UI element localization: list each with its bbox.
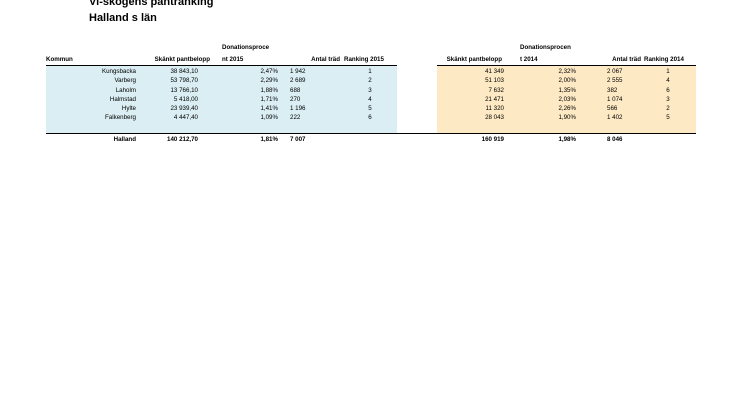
cell-donation-2015: 1,88% — [260, 86, 278, 94]
header-ranking-2015: Ranking 2015 — [344, 56, 384, 63]
cell-ranking-2015: 4 — [368, 95, 372, 103]
total-donation-2014: 1,98% — [558, 136, 576, 143]
cell-skankt-2015: 4 447,40 — [173, 114, 198, 122]
header-trad-2015: Antal träd — [311, 56, 340, 63]
cell-trad-2015: 1 942 — [290, 68, 306, 75]
cell-kommun: Laholm — [115, 86, 136, 94]
table-row: Laholm 13 766,10 1,88% 688 3 7 632 1,35%… — [46, 86, 696, 95]
cell-trad-2015: 1 196 — [290, 105, 306, 113]
cell-donation-2015: 2,47% — [260, 68, 278, 75]
cell-donation-2014: 2,26% — [558, 105, 576, 113]
cell-trad-2015: 688 — [290, 86, 301, 94]
cell-ranking-2014: 2 — [666, 105, 670, 113]
table-row: Hylte 23 939,40 1,41% 1 196 5 11 320 2,2… — [46, 104, 696, 113]
cell-skankt-2014: 11 320 — [485, 105, 504, 113]
cell-trad-2014: 2 555 — [607, 77, 623, 85]
total-row: Halland 140 212,70 1,81% 7 007 160 919 1… — [46, 135, 696, 144]
cell-kommun: Halmstad — [109, 95, 136, 103]
cell-trad-2014: 566 — [607, 105, 618, 113]
cell-donation-2015: 1,09% — [260, 114, 278, 122]
table-row: Varberg 53 798,70 2,29% 2 689 2 51 103 2… — [46, 76, 696, 85]
cell-donation-2014: 2,00% — [558, 77, 576, 85]
report-title: Vi-skogens pantranking — [89, 0, 214, 8]
cell-trad-2015: 222 — [290, 114, 301, 122]
cell-ranking-2015: 1 — [368, 68, 372, 75]
cell-skankt-2015: 13 766,10 — [170, 86, 198, 94]
cell-kommun: Falkenberg — [105, 114, 136, 122]
total-skankt-2014: 160 919 — [481, 136, 504, 143]
cell-skankt-2015: 5 418,00 — [173, 95, 198, 103]
cell-skankt-2015: 53 798,70 — [170, 77, 198, 85]
table-row: Falkenberg 4 447,40 1,09% 222 6 28 043 1… — [46, 113, 696, 122]
cell-trad-2014: 1 074 — [607, 95, 623, 103]
cell-skankt-2014: 41 349 — [485, 68, 504, 75]
table-row: Kungsbacka 38 843,10 2,47% 1 942 1 41 34… — [46, 67, 696, 76]
total-donation-2015: 1,81% — [260, 136, 278, 143]
region-title: Halland s län — [89, 12, 157, 24]
header-donation-2015-line2: nt 2015 — [222, 56, 244, 63]
total-kommun: Halland — [113, 136, 136, 143]
cell-trad-2015: 270 — [290, 95, 301, 103]
header-donation-2014-line2: t 2014 — [520, 56, 538, 63]
cell-donation-2015: 1,71% — [260, 95, 278, 103]
cell-skankt-2015: 38 843,10 — [170, 68, 198, 75]
cell-ranking-2014: 5 — [666, 114, 670, 122]
header-ranking-2014: Ranking 2014 — [644, 56, 684, 63]
cell-donation-2014: 2,32% — [558, 68, 576, 75]
table-body: Kungsbacka 38 843,10 2,47% 1 942 1 41 34… — [46, 67, 696, 123]
cell-trad-2015: 2 689 — [290, 77, 306, 85]
cell-ranking-2014: 3 — [666, 95, 670, 103]
cell-kommun: Varberg — [114, 77, 136, 85]
cell-skankt-2014: 7 632 — [488, 86, 504, 94]
total-skankt-2015: 140 212,70 — [167, 136, 198, 143]
table-row: Halmstad 5 418,00 1,71% 270 4 21 471 2,0… — [46, 95, 696, 104]
cell-ranking-2014: 1 — [666, 68, 670, 75]
cell-trad-2014: 1 402 — [607, 114, 623, 122]
header-trad-2014: Antal träd — [612, 56, 641, 63]
cell-skankt-2014: 28 043 — [485, 114, 504, 122]
total-trad-2014: 8 046 — [607, 136, 623, 143]
cell-skankt-2014: 21 471 — [485, 95, 504, 103]
cell-kommun: Hylte — [121, 105, 136, 113]
cell-skankt-2015: 23 939,40 — [170, 105, 198, 113]
cell-trad-2014: 382 — [607, 86, 618, 94]
cell-ranking-2015: 6 — [368, 114, 372, 122]
cell-ranking-2015: 2 — [368, 77, 372, 85]
cell-donation-2015: 1,41% — [260, 105, 278, 113]
cell-ranking-2015: 5 — [368, 105, 372, 113]
cell-donation-2015: 2,29% — [260, 77, 278, 85]
cell-donation-2014: 1,90% — [558, 114, 576, 122]
total-rule — [46, 133, 696, 134]
header-donation-2014-line1: Donationsprocen — [520, 44, 571, 51]
cell-ranking-2014: 6 — [666, 86, 670, 94]
header-kommun: Kommun — [46, 56, 73, 63]
total-trad-2015: 7 007 — [290, 136, 306, 143]
cell-skankt-2014: 51 103 — [485, 77, 504, 85]
header-skankt-2015: Skänkt pantbelopp — [154, 56, 210, 63]
cell-trad-2014: 2 067 — [607, 68, 623, 75]
cell-ranking-2015: 3 — [368, 86, 372, 94]
header-donation-2015-line1: Donationsproce — [222, 44, 270, 51]
header-skankt-2014: Skänkt pantbelopp — [446, 56, 502, 63]
cell-donation-2014: 1,35% — [558, 86, 576, 94]
cell-donation-2014: 2,03% — [558, 95, 576, 103]
cell-ranking-2014: 4 — [666, 77, 670, 85]
cell-kommun: Kungsbacka — [101, 68, 136, 75]
